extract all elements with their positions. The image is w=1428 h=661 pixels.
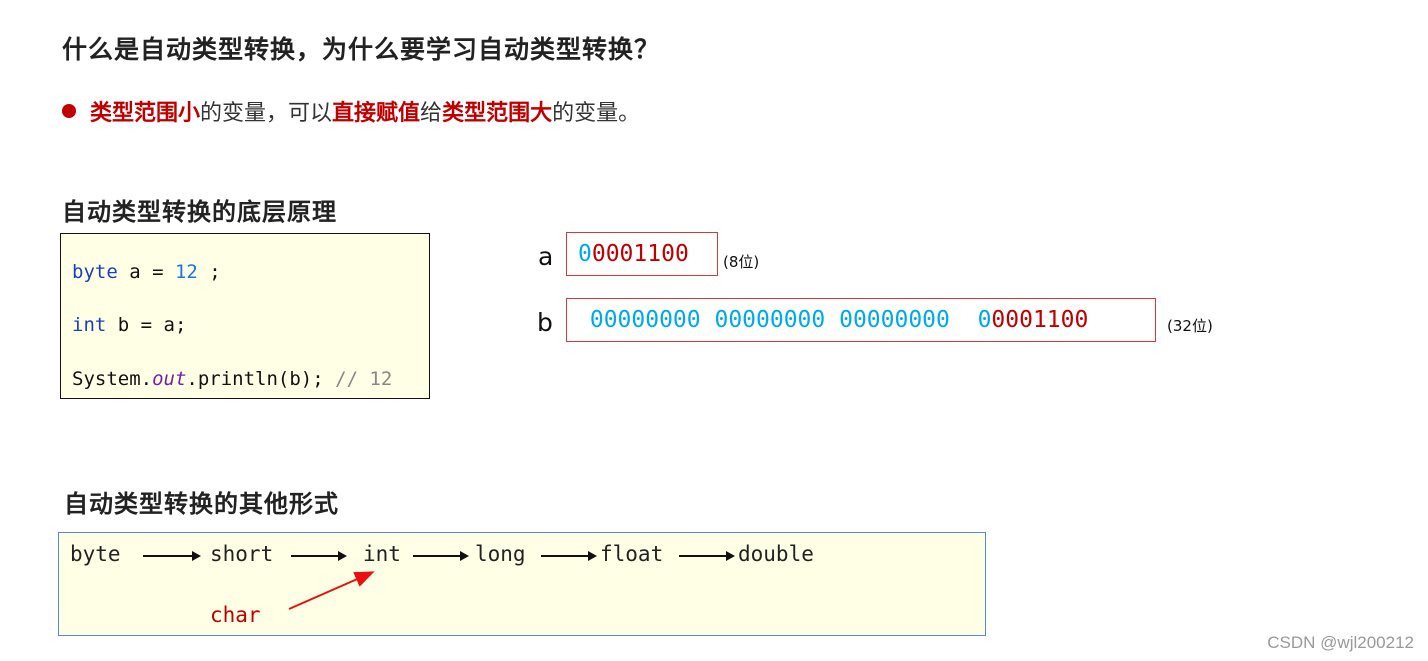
bullet-text: 的变量，可以 [200,101,333,126]
code-text: ; [197,261,221,283]
type-int: int [363,542,401,566]
arrow-right-icon [541,551,597,561]
type-short: short [210,542,274,566]
bullet-text: 给 [420,101,443,126]
code-line-2: int b = a; [72,314,186,336]
type-byte: byte [70,542,121,566]
code-line-3: System.out.println(b); // 12 [72,368,392,390]
code-text: a = [117,261,175,283]
code-text: .println(b); [186,368,336,390]
page-heading: 什么是自动类型转换，为什么要学习自动类型转换？ [62,35,661,64]
code-block: byte a = 12 ; int b = a; System.out.prin… [60,233,430,399]
code-keyword: byte [72,261,118,283]
type-char: char [210,603,261,627]
var-b-bits: 00000000 00000000 00000000 0 0001100 [566,298,1156,342]
code-comment: // 12 [335,368,393,390]
watermark: CSDN @wjl200212 [1267,633,1414,652]
bullet-emph-small-range: 类型范围小 [90,101,201,126]
arrow-right-icon [143,551,201,561]
var-b-size-note: (32位) [1167,317,1213,335]
type-float: float [600,542,664,566]
code-number: 12 [174,261,198,283]
code-line-1: byte a = 12 ; [72,261,221,283]
var-b-label: b [537,308,553,337]
conversion-chain-box: byte short int long float double char [58,532,986,636]
code-field: out [152,368,187,390]
var-a-size-note: (8位) [723,253,760,271]
bullet-text: 的变量。 [552,101,641,126]
var-a-label: a [538,242,554,271]
arrow-right-icon [413,551,469,561]
arrow-right-icon [679,551,735,561]
code-text: System. [72,368,153,390]
bits-value: 0001100 [591,241,689,267]
bits-value: 0001100 [991,307,1089,333]
bullet-emph-direct-assign: 直接赋值 [332,101,421,126]
bullet-dot-icon [62,104,76,118]
code-keyword: int [72,314,107,336]
var-a-bits: 0 0001100 [566,232,718,276]
bullet-point: 类型范围小 的变量，可以 直接赋值 给 类型范围大 的变量。 [62,95,640,127]
bits-zero-extension: 00000000 00000000 00000000 0 [576,307,992,333]
section-title-other-forms: 自动类型转换的其他形式 [64,490,339,518]
bits-zero-extension: 0 [578,241,592,267]
type-long: long [475,542,526,566]
code-text: b = a; [106,314,187,336]
type-double: double [738,542,814,566]
bullet-emph-large-range: 类型范围大 [442,101,553,126]
arrow-right-icon [291,551,347,561]
section-title-principle: 自动类型转换的底层原理 [62,198,337,226]
